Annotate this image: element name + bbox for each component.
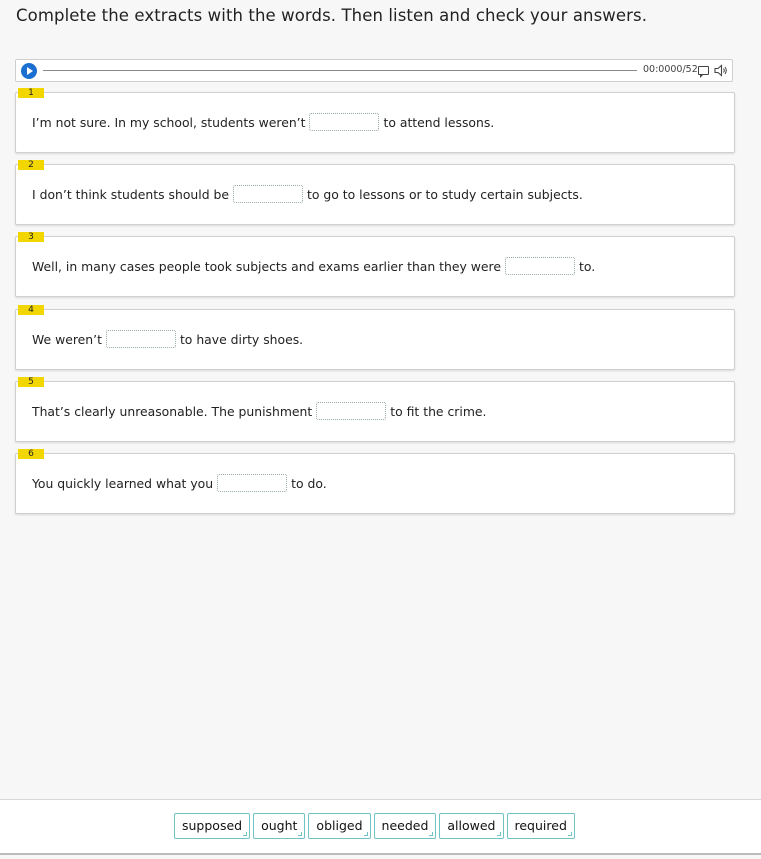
sentence-after-gap: to. <box>579 258 596 274</box>
answer-gap-5[interactable] <box>316 402 387 420</box>
audio-current-time: 00:00 <box>643 64 671 75</box>
word-tile-ought[interactable]: ought <box>253 813 306 839</box>
question-sentence: We weren’t to have dirty shoes. <box>32 330 303 348</box>
question-card: You quickly learned what you to do. <box>15 453 735 514</box>
answer-gap-4[interactable] <box>105 330 176 348</box>
question-number: 1 <box>18 88 44 98</box>
audio-player: 00:0000/52 <box>15 59 733 82</box>
audio-progress-track[interactable] <box>43 70 637 71</box>
word-tile-obliged[interactable]: obliged <box>308 813 371 839</box>
question-card: I don’t think students should be to go t… <box>15 164 735 225</box>
question-card: We weren’t to have dirty shoes. <box>15 309 735 370</box>
sentence-before-gap: I’m not sure. In my school, students wer… <box>32 114 306 130</box>
word-tile-required[interactable]: required <box>506 813 575 839</box>
question-number: 2 <box>18 160 44 170</box>
question-number: 6 <box>18 449 44 459</box>
question-sentence: I’m not sure. In my school, students wer… <box>32 113 494 131</box>
sentence-before-gap: Well, in many cases people took subjects… <box>32 258 501 274</box>
question-sentence: I don’t think students should be to go t… <box>32 185 583 203</box>
word-tile-needed[interactable]: needed <box>373 813 437 839</box>
sentence-after-gap: to attend lessons. <box>383 114 495 130</box>
answer-gap-3[interactable] <box>505 257 575 275</box>
sentence-before-gap: We weren’t <box>32 331 102 347</box>
instruction-text: Complete the extracts with the words. Th… <box>16 6 648 25</box>
play-icon[interactable] <box>21 63 37 79</box>
audio-duration: 00/52 <box>670 64 698 75</box>
sentence-before-gap: You quickly learned what you <box>32 475 214 491</box>
answer-gap-6[interactable] <box>217 474 288 492</box>
sentence-after-gap: to have dirty shoes. <box>179 331 304 347</box>
question-number: 5 <box>18 377 44 387</box>
volume-icon[interactable] <box>714 64 728 77</box>
sentence-after-gap: to do. <box>291 475 327 491</box>
question-card: I’m not sure. In my school, students wer… <box>15 92 735 153</box>
question-sentence: Well, in many cases people took subjects… <box>32 257 595 275</box>
answer-gap-1[interactable] <box>309 113 380 131</box>
sentence-after-gap: to fit the crime. <box>390 403 487 419</box>
question-number: 4 <box>18 305 44 315</box>
word-bank-list: supposed ought obliged needed allowed re… <box>174 813 575 839</box>
sentence-after-gap: to go to lessons or to study certain sub… <box>307 186 583 202</box>
transcript-icon[interactable] <box>698 66 709 78</box>
question-number: 3 <box>18 232 44 242</box>
audio-time: 00:0000/52 <box>643 64 698 75</box>
sentence-before-gap: That’s clearly unreasonable. The punishm… <box>32 403 313 419</box>
answer-gap-2[interactable] <box>233 185 303 203</box>
question-sentence: You quickly learned what you to do. <box>32 474 327 492</box>
question-card: That’s clearly unreasonable. The punishm… <box>15 381 735 442</box>
question-sentence: That’s clearly unreasonable. The punishm… <box>32 402 486 420</box>
sentence-before-gap: I don’t think students should be <box>32 186 229 202</box>
word-tile-allowed[interactable]: allowed <box>439 813 504 839</box>
word-tile-supposed[interactable]: supposed <box>174 813 251 839</box>
question-card: Well, in many cases people took subjects… <box>15 236 735 297</box>
word-bank: supposed ought obliged needed allowed re… <box>0 799 761 855</box>
